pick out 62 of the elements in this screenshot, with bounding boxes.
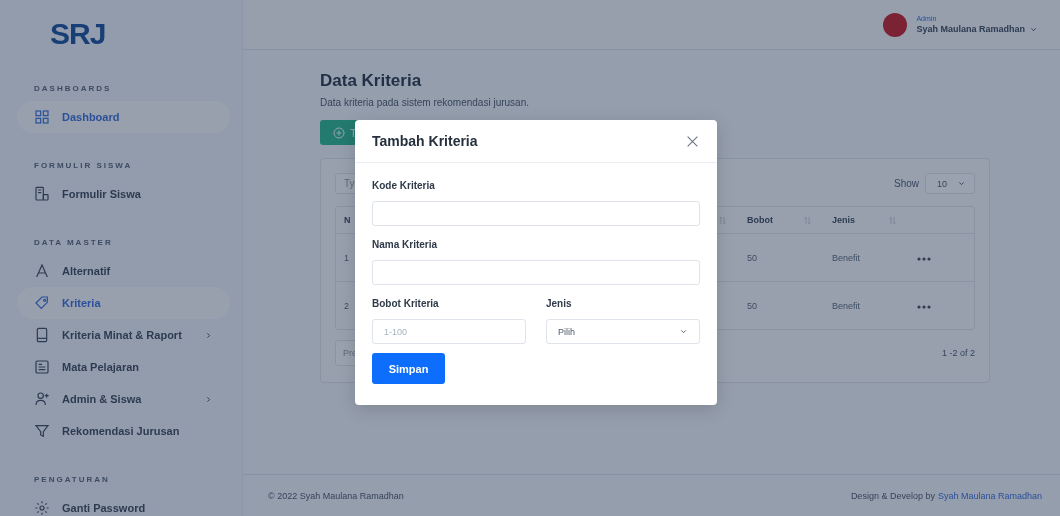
chevron-down-icon: [957, 179, 966, 188]
sidebar-item[interactable]: Rekomendasi Jurusan: [17, 415, 230, 447]
copyright-text: © 2022 Syah Maulana Ramadhan: [268, 490, 404, 501]
table-cell-text: 50: [746, 300, 758, 311]
table-cell-text: Benefit: [831, 300, 862, 311]
table-cell: 2: [344, 300, 349, 311]
sidebar-item[interactable]: Alternatif: [17, 255, 230, 287]
grid-icon: [34, 109, 50, 125]
sidebar-item[interactable]: Kriteria: [17, 287, 230, 319]
chevron-right-icon: [204, 330, 213, 340]
show-label: Show: [894, 178, 919, 189]
sidebar-item[interactable]: Ganti Password: [17, 492, 230, 516]
field-label: Bobot Kriteria: [372, 298, 440, 309]
table-cell-text: Benefit: [831, 252, 862, 263]
table-cell-text: 50: [746, 252, 758, 263]
logo: SRJ: [50, 18, 107, 50]
input-field[interactable]: [372, 201, 700, 226]
page-size-select[interactable]: 10: [925, 173, 975, 194]
filter-icon: [34, 423, 50, 439]
sort-icon: [718, 215, 727, 225]
section-title: PENGATURAN: [34, 475, 111, 484]
chevron-down-icon: [679, 327, 688, 336]
plus-circle-icon: [333, 126, 345, 139]
save-button[interactable]: Simpan: [372, 353, 445, 384]
more-icon[interactable]: [917, 304, 931, 309]
user-menu[interactable]: Syah Maulana Ramadhan: [916, 24, 1038, 34]
sidebar-item[interactable]: Admin & Siswa: [17, 383, 230, 415]
input-field[interactable]: [372, 260, 700, 285]
add-user-icon: [34, 391, 50, 407]
sort-icon: [803, 215, 812, 225]
settings-icon: [34, 500, 50, 516]
section-title: DATA MASTER: [34, 238, 114, 247]
field-label: Nama Kriteria: [372, 239, 439, 250]
document-icon: [34, 186, 50, 202]
sidebar-item[interactable]: Dashboard: [17, 101, 230, 133]
sidebar-item[interactable]: Mata Pelajaran: [17, 351, 230, 383]
close-icon[interactable]: [686, 134, 699, 148]
input-field[interactable]: 1-100: [372, 319, 526, 344]
column-header[interactable]: Jenis: [816, 215, 901, 225]
pagination-range: 1 -2 of 2: [941, 348, 975, 358]
sort-icon: [888, 215, 897, 225]
field-label: Jenis: [546, 298, 573, 309]
page-title: Data Kriteria: [320, 71, 423, 91]
column-header[interactable]: N: [344, 215, 351, 225]
field-label: Kode Kriteria: [372, 180, 436, 191]
more-icon[interactable]: [917, 256, 931, 261]
chevron-right-icon: [204, 394, 213, 404]
avatar[interactable]: [883, 12, 908, 37]
tag-icon: [34, 295, 50, 311]
section-title: DASHBOARDS: [34, 84, 113, 93]
sidebar-item[interactable]: Formulir Siswa: [17, 178, 230, 210]
letter-icon: [34, 263, 50, 279]
page-subtitle: Data kriteria pada sistem rekomendasi jurusan.: [320, 97, 530, 108]
credit-link[interactable]: Syah Maulana Ramadhan: [937, 490, 1042, 501]
column-header[interactable]: Bobot: [731, 215, 816, 225]
book-icon: [34, 327, 50, 343]
table-cell: 1: [344, 252, 349, 263]
credit-text: Design & Develop by: [850, 490, 935, 501]
sidebar-item[interactable]: Kriteria Minat & Raport: [17, 319, 230, 351]
section-title: FORMULIR SISWA: [34, 161, 134, 170]
select-field[interactable]: Pilih: [546, 319, 700, 344]
card-icon: [34, 359, 50, 375]
